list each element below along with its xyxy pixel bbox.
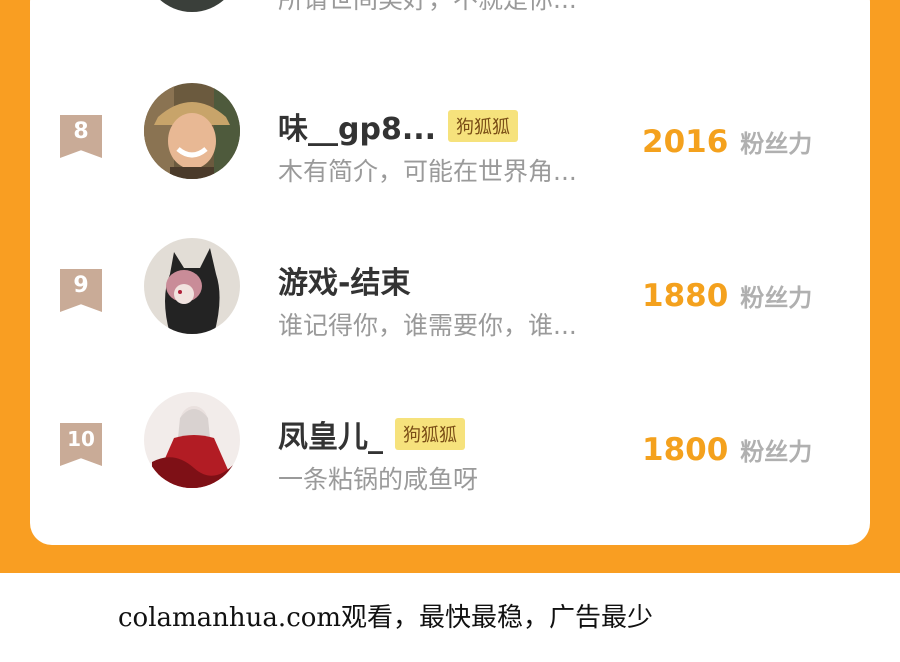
user-bio: 所谓世间美好，不就是你... [278,0,577,16]
avatar[interactable] [144,392,240,488]
fan-count: 1880 [642,278,729,314]
avatar-image [144,0,240,12]
fan-power: 2016 粉丝力 [642,124,812,168]
fan-power: 1800 粉丝力 [642,432,812,476]
user-badge: 狗狐狐 [448,110,519,142]
user-name[interactable]: 游戏-结束 [278,258,410,302]
user-name-line: 凤皇儿_ 狗狐狐 [278,412,465,456]
user-bio: 木有简介，可能在世界角... [278,157,577,186]
avatar-boy-photo-icon [144,83,240,179]
fan-count: 2016 [642,124,729,160]
user-name[interactable]: 味__gp8... [278,104,436,148]
rank-number: 9 [73,273,89,298]
rank-number: 8 [73,119,89,144]
ranking-card: 所谓世间美好，不就是你... 8 味__gp8... 狗狐狐 木有简介，可能在世… [30,0,870,545]
fan-label: 粉丝力 [740,438,813,466]
ranking-row[interactable]: 10 凤皇儿_ 狗狐狐 一条粘锅的咸鱼呀 1800 粉丝力 [30,392,870,518]
user-bio: 一条粘锅的咸鱼呀 [278,465,479,494]
fan-count: 1800 [642,432,729,468]
rank-flag-icon: 8 [60,115,102,158]
fan-label: 粉丝力 [740,284,813,312]
user-badge: 狗狐狐 [395,418,465,450]
ranking-row[interactable]: 8 味__gp8... 狗狐狐 木有简介，可能在世界角... 2016 粉丝力 [30,83,870,210]
rank-flag-icon: 10 [60,423,102,466]
rank-number: 10 [67,427,95,451]
user-bio: 谁记得你，谁需要你，谁... [278,311,577,340]
avatar[interactable] [144,0,240,12]
user-name[interactable]: 凤皇儿_ [278,412,383,456]
ranking-row[interactable]: 9 游戏-结束 谁记得你，谁需要你，谁... 1880 粉丝力 [30,238,870,364]
user-name-line: 游戏-结束 [278,258,410,302]
avatar-anime-cat-hood-icon [144,238,240,334]
fan-label: 粉丝力 [740,130,813,158]
watermark-footer: colamanhua.com观看，最快最稳，广告最少 [118,603,654,633]
rank-flag-icon: 9 [60,269,102,312]
avatar[interactable] [144,238,240,334]
fan-power: 1880 粉丝力 [642,278,812,322]
avatar[interactable] [144,83,240,179]
ranking-row-partial[interactable]: 所谓世间美好，不就是你... [30,0,870,50]
user-name-line: 味__gp8... 狗狐狐 [278,104,519,148]
avatar-anime-red-dress-icon [144,392,240,488]
